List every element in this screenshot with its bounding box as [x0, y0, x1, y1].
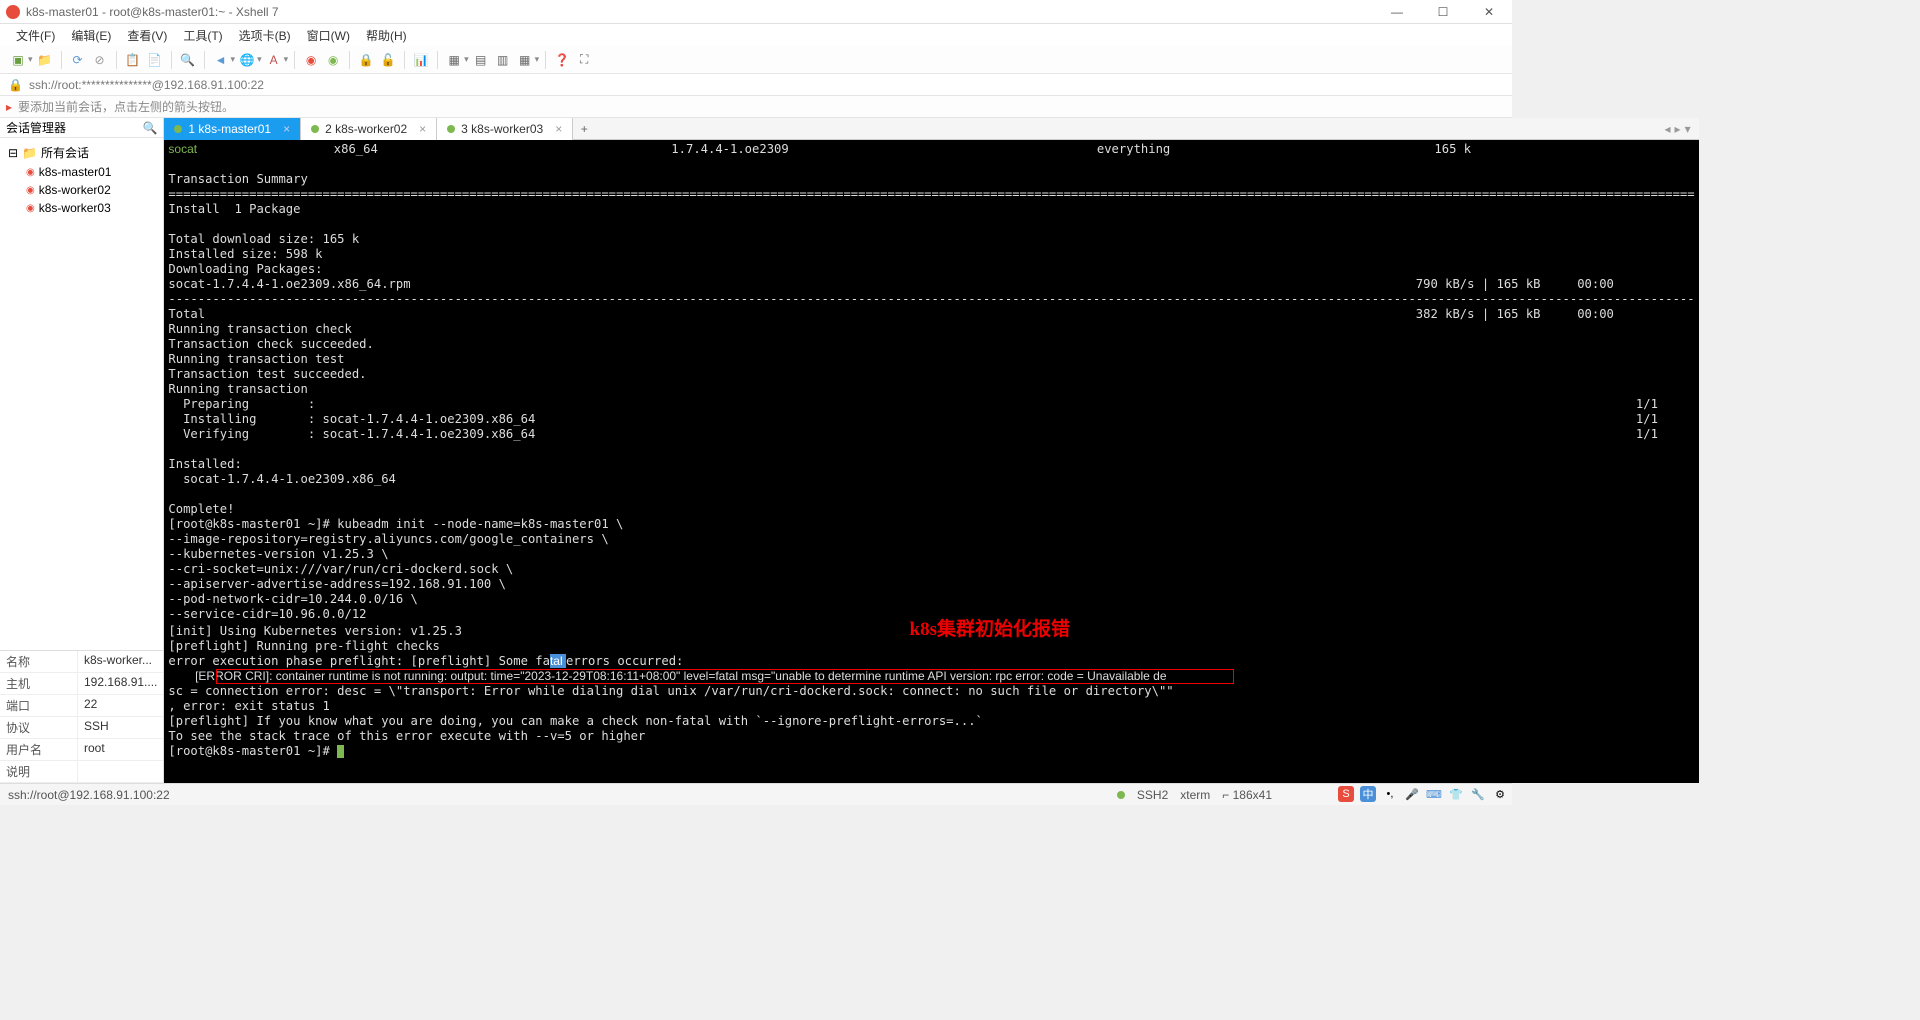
tray-keyboard-icon[interactable]: ⌨ [1426, 786, 1442, 802]
tab-master01[interactable]: 1 k8s-master01× [164, 118, 301, 140]
menu-tools[interactable]: 工具(T) [177, 25, 228, 46]
toolbar: ▣▾ 📁 ⟳ ⊘ 📋 📄 🔍 ◄▾ 🌐▾ A▾ ◉ ◉ 🔒 🔓 📊 ▦▾ ▤ ▥… [0, 46, 1512, 74]
search-icon[interactable]: 🔍 [178, 50, 198, 70]
prop-name-label: 名称 [0, 651, 78, 672]
paste-icon[interactable]: 📄 [145, 50, 165, 70]
menu-window[interactable]: 窗口(W) [301, 25, 356, 46]
maximize-button[interactable]: ☐ [1420, 0, 1466, 24]
system-tray: S 中 •, 🎤 ⌨ 👕 🔧 ⚙ [1338, 783, 1508, 805]
tab-bar: 1 k8s-master01× 2 k8s-worker02× 3 k8s-wo… [164, 118, 1698, 140]
globe-icon[interactable]: 🌐 [237, 50, 257, 70]
menubar: 文件(F) 编辑(E) 查看(V) 工具(T) 选项卡(B) 窗口(W) 帮助(… [0, 24, 1512, 46]
tab-close-icon[interactable]: × [283, 122, 290, 136]
tab-close-icon[interactable]: × [555, 122, 562, 136]
tab-menu-icon[interactable]: ▾ [1685, 122, 1691, 136]
tab-nav-left-icon[interactable]: ◂ [1665, 122, 1671, 136]
close-button[interactable]: ✕ [1466, 0, 1512, 24]
folder-icon: 📁 [22, 146, 37, 160]
disconnect-icon[interactable]: ⊘ [90, 50, 110, 70]
prop-port-label: 端口 [0, 695, 78, 716]
properties-panel: 名称k8s-worker... 主机192.168.91.... 端口22 协议… [0, 650, 163, 783]
tab-worker02[interactable]: 2 k8s-worker02× [301, 118, 437, 140]
hint-text: 要添加当前会话，点击左侧的箭头按钮。 [18, 98, 234, 115]
status-dot-icon [311, 125, 319, 133]
session-icon: ◉ [26, 203, 35, 214]
tray-punct-icon[interactable]: •, [1382, 786, 1398, 802]
titlebar: k8s-master01 - root@k8s-master01:~ - Xsh… [0, 0, 1512, 24]
new-session-icon[interactable]: ▣ [8, 50, 28, 70]
status-term: xterm [1180, 788, 1210, 802]
status-dot-icon [1117, 791, 1125, 799]
prop-port-value: 22 [78, 695, 163, 716]
session-tree: ⊟📁所有会话 ◉k8s-master01 ◉k8s-worker02 ◉k8s-… [0, 138, 163, 221]
session-icon: ◉ [26, 185, 35, 196]
tab-close-icon[interactable]: × [419, 122, 426, 136]
tray-mic-icon[interactable]: 🎤 [1404, 786, 1420, 802]
status-bar: ssh://root@192.168.91.100:22 SSH2 xterm … [0, 783, 1512, 805]
prop-proto-label: 协议 [0, 717, 78, 738]
status-size: 186x41 [1233, 788, 1272, 802]
status-dot-icon [447, 125, 455, 133]
prop-host-value: 192.168.91.... [78, 673, 163, 694]
status-addr: ssh://root@192.168.91.100:22 [8, 788, 170, 802]
lock2-icon[interactable]: 🔓 [378, 50, 398, 70]
tray-gear-icon[interactable]: ⚙ [1492, 786, 1508, 802]
layout4-icon[interactable]: ▦ [515, 50, 535, 70]
status-dot-icon [174, 125, 182, 133]
reconnect-icon[interactable]: ⟳ [68, 50, 88, 70]
prop-name-value: k8s-worker... [78, 651, 163, 672]
window-title: k8s-master01 - root@k8s-master01:~ - Xsh… [26, 5, 1374, 19]
menu-tab[interactable]: 选项卡(B) [233, 25, 297, 46]
tray-skin-icon[interactable]: 👕 [1448, 786, 1464, 802]
app-icon [6, 5, 20, 19]
expand-icon[interactable]: ⛶ [574, 50, 594, 70]
tree-root[interactable]: ⊟📁所有会话 [4, 142, 159, 163]
prop-desc-label: 说明 [0, 761, 78, 782]
ime-zh-icon[interactable]: 中 [1360, 786, 1376, 802]
tree-item-worker03[interactable]: ◉k8s-worker03 [22, 199, 159, 217]
menu-file[interactable]: 文件(F) [10, 25, 61, 46]
terminal[interactable]: socat x86_64 1.7.4.4-1.oe2309 everything… [164, 140, 1698, 783]
menu-view[interactable]: 查看(V) [121, 25, 173, 46]
font-icon[interactable]: A [264, 50, 284, 70]
prop-user-label: 用户名 [0, 739, 78, 760]
help-icon[interactable]: ❓ [552, 50, 572, 70]
copy-icon[interactable]: 📋 [123, 50, 143, 70]
tree-item-master01[interactable]: ◉k8s-master01 [22, 163, 159, 181]
minimize-button[interactable]: — [1374, 0, 1420, 24]
tab-nav-right-icon[interactable]: ▸ [1675, 122, 1681, 136]
nav-back-icon[interactable]: ◄ [211, 50, 231, 70]
flag-icon: ▸ [6, 100, 12, 114]
tree-item-worker02[interactable]: ◉k8s-worker02 [22, 181, 159, 199]
address-bar: 🔒 ssh://root:***************@192.168.91.… [0, 74, 1512, 96]
prop-desc-value [78, 761, 163, 782]
open-icon[interactable]: 📁 [35, 50, 55, 70]
ime-s-icon[interactable]: S [1338, 786, 1354, 802]
layout1-icon[interactable]: ▦ [444, 50, 464, 70]
menu-edit[interactable]: 编辑(E) [65, 25, 117, 46]
session-icon: ◉ [26, 167, 35, 178]
prop-user-value: root [78, 739, 163, 760]
lock-icon: 🔒 [8, 78, 23, 92]
status-ssh: SSH2 [1137, 788, 1168, 802]
prop-proto-value: SSH [78, 717, 163, 738]
tray-tool-icon[interactable]: 🔧 [1470, 786, 1486, 802]
sidebar-search-icon[interactable]: 🔍 [142, 121, 157, 135]
tab-worker03[interactable]: 3 k8s-worker03× [437, 118, 573, 140]
prop-host-label: 主机 [0, 673, 78, 694]
app1-icon[interactable]: ◉ [301, 50, 321, 70]
menu-help[interactable]: 帮助(H) [360, 25, 413, 46]
sidebar: 会话管理器 🔍 ⊟📁所有会话 ◉k8s-master01 ◉k8s-worker… [0, 118, 164, 783]
layout3-icon[interactable]: ▥ [493, 50, 513, 70]
hint-bar: ▸ 要添加当前会话，点击左侧的箭头按钮。 [0, 96, 1512, 118]
lock1-icon[interactable]: 🔒 [356, 50, 376, 70]
sidebar-title: 会话管理器 [6, 119, 66, 136]
tab-add-button[interactable]: + [573, 122, 595, 136]
address-text[interactable]: ssh://root:***************@192.168.91.10… [29, 78, 264, 92]
app2-icon[interactable]: ◉ [323, 50, 343, 70]
tool1-icon[interactable]: 📊 [411, 50, 431, 70]
layout2-icon[interactable]: ▤ [471, 50, 491, 70]
